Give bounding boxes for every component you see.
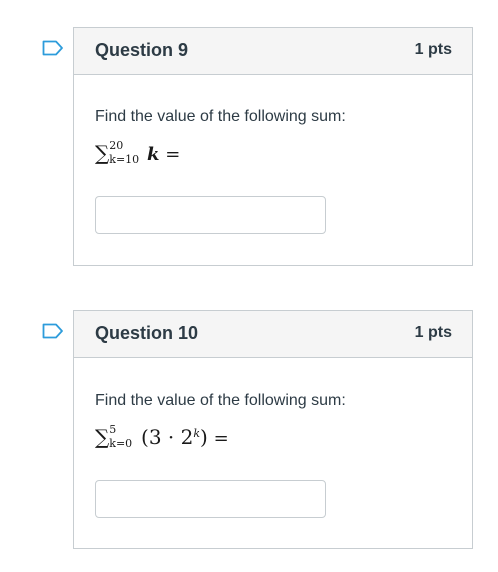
equals-sign: = — [213, 428, 229, 449]
sum-expression: k — [147, 144, 160, 165]
sum-lower-limit: k=0 — [109, 437, 133, 450]
question-title: Question 10 — [95, 323, 199, 343]
flag-question-icon[interactable] — [42, 323, 64, 339]
question-title: Question 9 — [95, 40, 189, 60]
answer-input[interactable] — [95, 480, 326, 518]
sum-upper-limit: 20 — [109, 139, 124, 152]
sigma-symbol: ∑ — [95, 425, 110, 449]
sum-upper-limit: 5 — [109, 423, 117, 436]
question-prompt: Find the value of the following sum: — [95, 108, 346, 125]
math-expression: ∑ 20 k=10 k = — [95, 139, 181, 168]
question-header: Question 10 1 pts — [74, 311, 472, 358]
sum-expression: (3 · 2 — [141, 425, 194, 449]
question-points: 1 pts — [414, 41, 452, 58]
question-prompt: Find the value of the following sum: — [95, 392, 346, 409]
question-card: Question 10 1 pts Find the value of the … — [73, 310, 473, 549]
answer-input[interactable] — [95, 196, 326, 234]
question-points: 1 pts — [414, 324, 452, 341]
equals-sign: = — [165, 144, 181, 165]
sum-limits: 5 k=0 — [109, 423, 135, 452]
sum-lower-limit: k=10 — [109, 153, 140, 166]
math-expression: ∑ 5 k=0 (3 · 2k) = — [95, 423, 229, 452]
sum-close-paren: ) — [200, 425, 208, 449]
flag-question-icon[interactable] — [42, 40, 64, 56]
sigma-symbol: ∑ — [95, 141, 110, 165]
sum-exponent: k — [193, 427, 201, 440]
question-card: Question 9 1 pts Find the value of the f… — [73, 27, 473, 266]
sum-limits: 20 k=10 — [109, 139, 141, 168]
question-header: Question 9 1 pts — [74, 28, 472, 75]
